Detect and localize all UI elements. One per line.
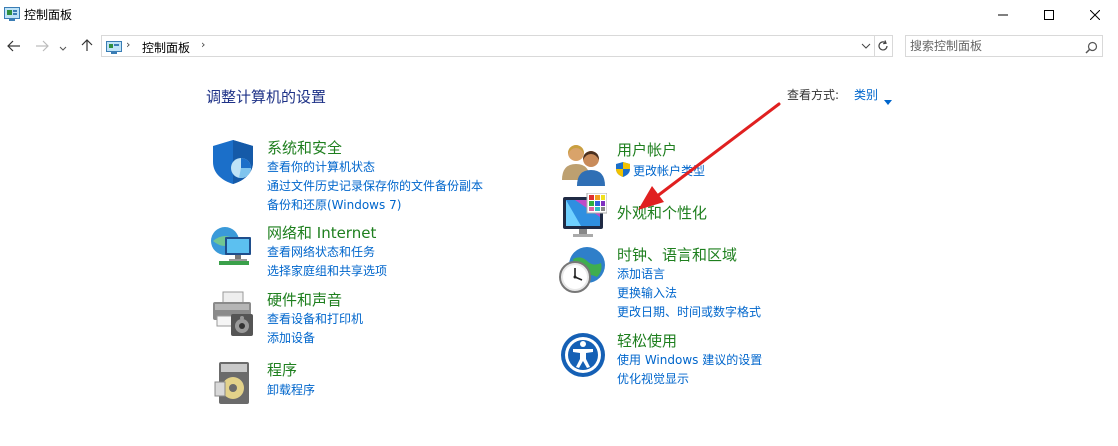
category-user-accounts: 用户帐户 更改帐户类型: [559, 139, 879, 186]
navigation-bar: › 控制面板 ›: [0, 33, 1118, 59]
address-bar[interactable]: › 控制面板 ›: [101, 35, 875, 57]
link-add-language[interactable]: 添加语言: [617, 265, 665, 282]
chevron-down-icon: [59, 37, 67, 56]
minimize-icon: [998, 5, 1008, 24]
link-uninstall-program[interactable]: 卸载程序: [267, 381, 315, 398]
link-backup-restore[interactable]: 备份和还原(Windows 7): [267, 196, 401, 213]
category-programs: 程序 卸载程序: [209, 360, 529, 406]
category-title[interactable]: 用户帐户: [617, 139, 677, 160]
search-box[interactable]: [905, 35, 1103, 57]
ease-of-access-icon[interactable]: [559, 331, 611, 383]
breadcrumb-separator-icon[interactable]: ›: [126, 38, 130, 51]
link-change-account-type[interactable]: 更改帐户类型: [633, 162, 705, 179]
chevron-down-icon[interactable]: [884, 90, 892, 109]
monitor-palette-icon[interactable]: [559, 192, 611, 245]
link-change-input-method[interactable]: 更换输入法: [617, 284, 677, 301]
link-devices-printers[interactable]: 查看设备和打印机: [267, 310, 363, 327]
link-view-computer-status[interactable]: 查看你的计算机状态: [267, 158, 375, 175]
users-icon[interactable]: [559, 140, 611, 192]
category-ease-of-access: 轻松使用 使用 Windows 建议的设置 优化视觉显示: [559, 330, 879, 387]
close-icon: [1089, 5, 1101, 24]
link-network-status[interactable]: 查看网络状态和任务: [267, 243, 375, 260]
close-button[interactable]: [1072, 0, 1118, 28]
link-file-history[interactable]: 通过文件历史记录保存你的文件备份副本: [267, 177, 483, 194]
shield-icon[interactable]: [209, 138, 261, 190]
title-bar: 控制面板: [0, 0, 1118, 28]
uac-shield-icon: [616, 162, 630, 180]
window-title: 控制面板: [24, 8, 73, 22]
up-button[interactable]: [78, 37, 96, 55]
network-globe-icon[interactable]: [209, 223, 261, 275]
category-hardware-sound: 硬件和声音 查看设备和打印机 添加设备: [209, 290, 529, 346]
recent-locations-button[interactable]: [57, 37, 69, 55]
category-title[interactable]: 轻松使用: [617, 330, 677, 351]
category-title[interactable]: 程序: [267, 359, 297, 380]
breadcrumb[interactable]: 控制面板: [142, 39, 190, 56]
category-clock-language-region: 时钟、语言和区域 添加语言 更换输入法 更改日期、时间或数字格式: [559, 244, 879, 320]
view-by-label: 查看方式:: [787, 88, 840, 102]
clock-globe-icon[interactable]: [559, 245, 611, 297]
category-title[interactable]: 硬件和声音: [267, 289, 342, 310]
forward-button[interactable]: [33, 37, 51, 55]
arrow-left-icon: [7, 37, 21, 56]
category-title[interactable]: 外观和个性化: [617, 202, 707, 223]
maximize-button[interactable]: [1026, 0, 1072, 28]
page-title: 调整计算机的设置: [206, 88, 327, 106]
refresh-button[interactable]: [874, 35, 893, 57]
link-homegroup-sharing[interactable]: 选择家庭组和共享选项: [267, 262, 387, 279]
control-panel-icon: [4, 6, 20, 21]
breadcrumb-separator-icon[interactable]: ›: [201, 38, 205, 51]
maximize-icon: [1044, 5, 1054, 24]
arrow-up-icon: [81, 37, 93, 56]
link-add-device[interactable]: 添加设备: [267, 329, 315, 346]
back-button[interactable]: [5, 37, 23, 55]
control-panel-icon: [106, 39, 122, 58]
link-change-date-time-format[interactable]: 更改日期、时间或数字格式: [617, 303, 761, 320]
link-optimize-visual-display[interactable]: 优化视觉显示: [617, 370, 689, 387]
link-windows-recommended-settings[interactable]: 使用 Windows 建议的设置: [617, 351, 762, 368]
search-input[interactable]: [910, 38, 1080, 54]
category-title[interactable]: 网络和 Internet: [267, 222, 376, 243]
programs-disc-icon[interactable]: [209, 360, 261, 412]
category-title[interactable]: 系统和安全: [267, 137, 342, 158]
category-system-security: 系统和安全 查看你的计算机状态 通过文件历史记录保存你的文件备份副本 备份和还原…: [209, 137, 529, 212]
minimize-button[interactable]: [980, 0, 1026, 28]
category-title[interactable]: 时钟、语言和区域: [617, 244, 737, 265]
view-by-dropdown[interactable]: 类别: [854, 86, 878, 103]
search-icon[interactable]: [1085, 39, 1098, 58]
refresh-icon: [877, 37, 889, 56]
printer-speaker-icon[interactable]: [209, 290, 261, 342]
category-appearance-personalization: 外观和个性化: [559, 192, 879, 241]
arrow-right-icon: [35, 37, 49, 56]
category-network-internet: 网络和 Internet 查看网络状态和任务 选择家庭组和共享选项: [209, 223, 529, 279]
address-history-dropdown[interactable]: [858, 36, 874, 56]
